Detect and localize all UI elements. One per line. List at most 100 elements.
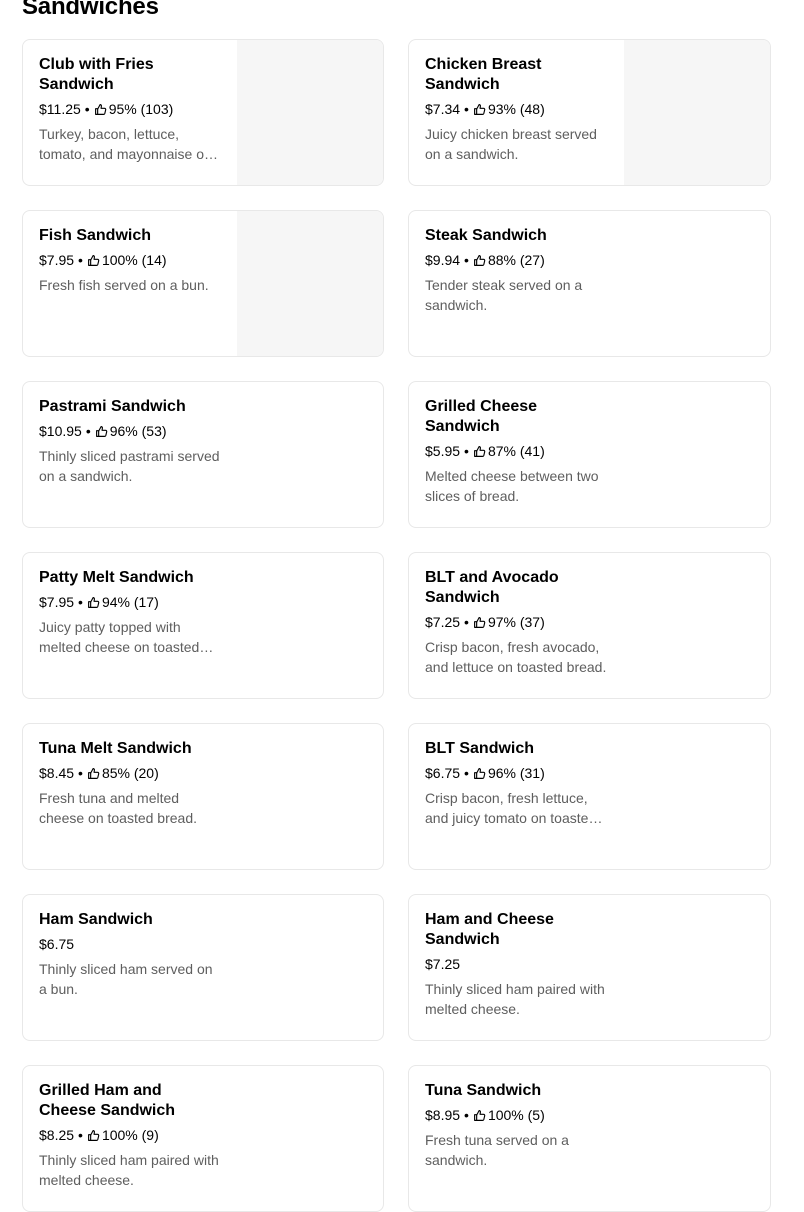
menu-item-text: Pastrami Sandwich $10.95 • 96% (53) Thin… [39, 397, 223, 486]
thumbs-up-icon [88, 767, 100, 779]
menu-item-meta: $8.95 • 100% (5) [425, 1106, 609, 1124]
menu-item-description: Thinly sliced pastrami served on a sandw… [39, 448, 220, 484]
menu-item-card[interactable]: Patty Melt Sandwich $7.95 • 94% (17) Jui… [22, 552, 384, 699]
thumbs-up-icon [88, 254, 100, 266]
meta-separator: • [78, 252, 83, 268]
menu-item-name: Ham Sandwich [39, 911, 153, 928]
menu-item-rating-group: • 85% (20) [74, 764, 159, 782]
menu-item-rating-group: • 96% (31) [460, 764, 545, 782]
menu-item-card[interactable]: Ham Sandwich $6.75 Thinly sliced ham ser… [22, 894, 384, 1041]
menu-item-description: Tender steak served on a sandwich. [425, 277, 583, 313]
meta-separator: • [464, 1107, 469, 1123]
menu-item-name: Pastrami Sandwich [39, 398, 186, 415]
menu-item-card[interactable]: Grilled Ham and Cheese Sandwich $8.25 • … [22, 1065, 384, 1212]
menu-item-name: Grilled Ham and Cheese Sandwich [39, 1082, 176, 1119]
menu-item-price: $11.25 [39, 101, 81, 117]
menu-item-name: BLT Sandwich [425, 740, 535, 757]
menu-item-description: Crisp bacon, fresh avocado, and lettuce … [425, 639, 607, 675]
menu-item-card[interactable]: Tuna Melt Sandwich $8.45 • 85% (20) Fres… [22, 723, 384, 870]
menu-item-rating: 87% (41) [487, 443, 545, 459]
thumbs-up-icon [88, 1129, 100, 1141]
menu-item-rating: 97% (37) [487, 614, 545, 630]
menu-item-rating: 88% (27) [487, 252, 545, 268]
menu-item-card[interactable]: Tuna Sandwich $8.95 • 100% (5) Fresh tun… [408, 1065, 771, 1212]
menu-item-text: Grilled Cheese Sandwich $5.95 • 87% (41)… [425, 397, 609, 506]
thumbs-up-icon [474, 445, 486, 457]
menu-item-description: Turkey, bacon, lettuce, tomato, and mayo… [39, 126, 212, 162]
thumbs-up-icon [474, 103, 486, 115]
menu-item-card[interactable]: Fish Sandwich $7.95 • 100% (14) Fresh fi… [22, 210, 384, 357]
menu-item-rating-group: • 93% (48) [460, 100, 545, 118]
menu-item-rating: 96% (53) [109, 423, 167, 439]
menu-item-rating: 95% (103) [108, 101, 174, 117]
menu-item-rating-group: • 87% (41) [460, 442, 545, 460]
menu-item-rating: 100% (5) [487, 1107, 545, 1123]
menu-item-rating: 96% (31) [487, 765, 545, 781]
menu-item-rating-group: • 100% (5) [460, 1106, 545, 1124]
menu-item-name: Patty Melt Sandwich [39, 569, 194, 586]
menu-item-meta: $8.45 • 85% (20) [39, 764, 223, 782]
menu-item-card[interactable]: BLT and Avocado Sandwich $7.25 • 97% (37… [408, 552, 771, 699]
meta-separator: • [78, 594, 83, 610]
menu-item-rating-group: • 97% (37) [460, 613, 545, 631]
menu-item-name: Tuna Melt Sandwich [39, 740, 192, 757]
menu-item-meta: $6.75 [39, 935, 223, 953]
menu-item-price: $7.95 [39, 594, 75, 610]
meta-separator: • [464, 252, 469, 268]
menu-item-image-placeholder [237, 40, 383, 185]
menu-item-price: $6.75 [39, 936, 75, 952]
menu-item-card[interactable]: Pastrami Sandwich $10.95 • 96% (53) Thin… [22, 381, 384, 528]
thumbs-up-icon [474, 616, 486, 628]
menu-item-text: Ham and Cheese Sandwich $7.25 Thinly sli… [425, 910, 609, 1019]
menu-item-grid: Club with Fries Sandwich $11.25 • 95% (1… [22, 39, 771, 1212]
menu-item-description: Fresh fish served on a bun. [39, 277, 209, 293]
menu-item-description: Fresh tuna and melted cheese on toasted … [39, 790, 198, 826]
menu-item-description: Melted cheese between two slices of brea… [425, 468, 599, 504]
meta-separator: • [464, 765, 469, 781]
meta-separator: • [78, 1127, 83, 1143]
menu-item-price: $7.25 [425, 614, 461, 630]
thumbs-up-icon [88, 596, 100, 608]
menu-item-card[interactable]: Grilled Cheese Sandwich $5.95 • 87% (41)… [408, 381, 771, 528]
menu-item-rating: 93% (48) [487, 101, 545, 117]
menu-item-meta: $5.95 • 87% (41) [425, 442, 609, 460]
menu-item-rating: 94% (17) [101, 594, 159, 610]
menu-item-rating: 100% (14) [101, 252, 167, 268]
menu-item-rating-group: • 88% (27) [460, 251, 545, 269]
menu-item-name: BLT and Avocado Sandwich [425, 569, 559, 606]
menu-item-rating-group: • 100% (9) [74, 1126, 159, 1144]
menu-item-description: Fresh tuna served on a sandwich. [425, 1132, 569, 1168]
menu-item-card[interactable]: Steak Sandwich $9.94 • 88% (27) Tender s… [408, 210, 771, 357]
thumbs-up-icon [95, 425, 108, 437]
menu-item-text: Club with Fries Sandwich $11.25 • 95% (1… [39, 55, 223, 164]
meta-separator: • [464, 614, 469, 630]
menu-item-price: $10.95 [39, 423, 82, 439]
menu-item-name: Tuna Sandwich [425, 1082, 542, 1099]
menu-item-card[interactable]: BLT Sandwich $6.75 • 96% (31) Crisp baco… [408, 723, 771, 870]
menu-item-card[interactable]: Ham and Cheese Sandwich $7.25 Thinly sli… [408, 894, 771, 1041]
meta-separator: • [464, 101, 469, 117]
menu-item-text: BLT Sandwich $6.75 • 96% (31) Crisp baco… [425, 739, 609, 828]
thumbs-up-icon [474, 254, 486, 266]
menu-item-description: Thinly sliced ham paired with melted che… [425, 981, 605, 1017]
menu-item-description: Thinly sliced ham paired with melted che… [39, 1152, 219, 1188]
menu-item-price: $6.75 [425, 765, 461, 781]
menu-item-card[interactable]: Chicken Breast Sandwich $7.34 • 93% (48)… [408, 39, 771, 186]
meta-separator: • [464, 443, 469, 459]
menu-item-name: Ham and Cheese Sandwich [425, 911, 554, 948]
menu-item-meta: $10.95 • 96% (53) [39, 422, 223, 440]
menu-item-price: $7.25 [425, 956, 461, 972]
menu-item-price: $8.45 [39, 765, 75, 781]
menu-item-description: Thinly sliced ham served on a bun. [39, 961, 213, 997]
menu-item-description: Juicy patty topped with melted cheese on… [39, 619, 200, 655]
menu-item-description: Juicy chicken breast served on a sandwic… [425, 126, 597, 162]
menu-item-description: Crisp bacon, fresh lettuce, and juicy to… [425, 790, 597, 826]
meta-separator: • [84, 101, 90, 117]
menu-item-text: Tuna Melt Sandwich $8.45 • 85% (20) Fres… [39, 739, 223, 828]
menu-item-text: BLT and Avocado Sandwich $7.25 • 97% (37… [425, 568, 609, 677]
menu-item-text: Fish Sandwich $7.95 • 100% (14) Fresh fi… [39, 226, 223, 295]
menu-item-price: $7.95 [39, 252, 75, 268]
menu-item-price: $5.95 [425, 443, 461, 459]
menu-item-card[interactable]: Club with Fries Sandwich $11.25 • 95% (1… [22, 39, 384, 186]
menu-item-price: $8.95 [425, 1107, 461, 1123]
